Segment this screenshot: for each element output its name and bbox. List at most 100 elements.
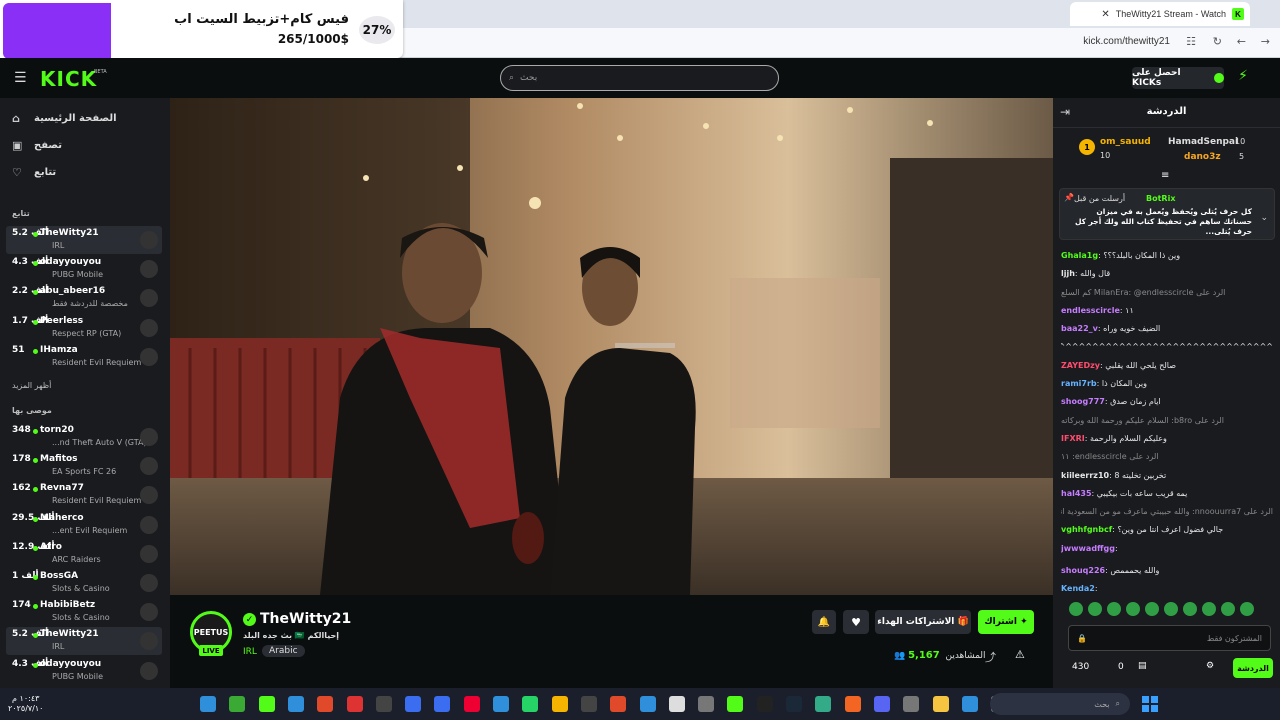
chat-username[interactable]: ZAYEDzy [1061, 361, 1100, 370]
chat-message[interactable]: ١١ :endlesscircle [1061, 305, 1273, 323]
chat-message[interactable]: الرد على endlesscircle: ١١ [1061, 451, 1273, 469]
url-text[interactable]: kick.com/thewitty21 [1083, 36, 1170, 47]
taskbar-app-icon[interactable] [698, 696, 715, 712]
chat-message[interactable]: وعليكم السلام والرحمة :IFXRI [1061, 433, 1273, 451]
stream-language-tag[interactable]: Arabic [262, 645, 305, 657]
pinned-user[interactable]: BotRix [1146, 194, 1175, 203]
close-tab-icon[interactable]: ✕ [1101, 9, 1109, 20]
notification-bell-button[interactable]: 🔔 [812, 610, 836, 634]
pinned-message[interactable]: BotRix أرسلت من قبل 📌 كل حرف يُتلى ويُحف… [1059, 188, 1275, 240]
taskbar-app-icon[interactable] [580, 696, 597, 712]
taskbar-app-icon[interactable] [668, 696, 685, 712]
emote-icon[interactable] [1126, 602, 1140, 616]
reload-icon[interactable]: ↻ [1213, 35, 1222, 48]
sidebar-channel[interactable]: 1.7 ألف Peerless Respect RP (GTA) [6, 314, 162, 342]
chat-message[interactable]: ايام زمان صدق :shoog777 [1061, 396, 1273, 414]
taskbar-app-icon[interactable] [317, 696, 334, 712]
taskbar-app-icon[interactable] [961, 696, 978, 712]
channel-points-icon[interactable]: ▤ [1138, 661, 1147, 671]
gifter-name[interactable]: om_sauud [1100, 137, 1151, 147]
taskbar-app-icon[interactable] [610, 696, 627, 712]
taskbar-app-icon[interactable] [346, 696, 363, 712]
search-input[interactable]: ⌕ بحث [500, 65, 779, 91]
chat-username[interactable]: vghhfgnbcf [1061, 525, 1112, 534]
taskbar-app-icon[interactable] [756, 696, 773, 712]
sidebar-channel[interactable]: 51 IHamza Resident Evil Requiem [6, 343, 162, 371]
taskbar-app-icon[interactable] [375, 696, 392, 712]
emote-icon[interactable] [1240, 602, 1254, 616]
emote-icon[interactable] [1183, 602, 1197, 616]
emote-icon[interactable] [1145, 602, 1159, 616]
nav-home[interactable]: ⌂ الصفحة الرئيسية [12, 112, 117, 125]
emote-icon[interactable] [1164, 602, 1178, 616]
chat-message[interactable]: جالي فضول اعرف انتا من وين؟ :vghhfgnbcf [1061, 524, 1273, 542]
chat-username[interactable]: jwwwadffgg [1061, 544, 1115, 553]
chat-message[interactable]: تخربين تخليته 8 :kiileerrz10 [1061, 470, 1273, 488]
taskbar-app-icon[interactable] [493, 696, 509, 712]
sidebar-channel[interactable]: 4.3 ألف odayyouyou PUBG Mobile [6, 255, 162, 283]
taskbar-app-icon[interactable] [405, 696, 422, 712]
taskbar-app-icon[interactable] [786, 696, 802, 712]
taskbar-app-icon[interactable] [844, 696, 861, 712]
taskbar-app-icon[interactable] [258, 696, 275, 712]
taskbar-app-icon[interactable] [463, 696, 480, 712]
taskbar-app-icon[interactable] [522, 696, 539, 712]
chat-message[interactable]: الضيف خويه وراه :baa22_v [1061, 323, 1273, 341]
chat-username[interactable]: IFXRI [1061, 434, 1085, 443]
streamer-name[interactable]: TheWitty21 [260, 611, 351, 627]
chat-username[interactable]: Ghala1g [1061, 251, 1098, 260]
system-clock[interactable]: ١٠:٤٣ م ٢٠٢٥/٧/١٠ [8, 694, 43, 714]
chat-username[interactable]: shoog777 [1061, 397, 1105, 406]
chat-message[interactable]: ^^^^^^^^^^^^^^^^^^^^^^^^^^^^^^^^^^^ [1061, 341, 1273, 359]
back-icon[interactable]: ← [1237, 35, 1246, 48]
chat-input[interactable]: 🔒 المشتركون فقط [1068, 625, 1271, 651]
sidebar-channel[interactable]: 29.5 ألف Maherco ...ent Evil Requiem [6, 511, 162, 539]
chat-username[interactable]: rami7rb [1061, 379, 1097, 388]
sidebar-channel[interactable]: 5.2 ألف TheWitty21 IRL [6, 627, 162, 656]
collapse-chat-icon[interactable]: ⇥ [1060, 105, 1070, 119]
chat-message[interactable]: والله يحمممص :shouq226 [1061, 565, 1273, 583]
chat-message[interactable]: قال والله :ljjh [1061, 268, 1273, 286]
chat-username[interactable]: ljjh [1061, 269, 1075, 278]
sidebar-channel[interactable]: 162 Revna77 Resident Evil Requiem [6, 481, 162, 509]
chat-message[interactable]: :Kenda2 [1061, 583, 1273, 601]
kick-logo[interactable]: KICK [40, 67, 97, 91]
reader-icon[interactable]: ☷ [1186, 35, 1196, 48]
emote-icon[interactable] [1107, 602, 1121, 616]
menu-icon[interactable]: ☰ [14, 70, 27, 86]
sidebar-channel[interactable]: 174 HabibiBetz Slots & Casino [6, 598, 162, 626]
emote-icon[interactable] [1088, 602, 1102, 616]
chat-message[interactable]: الرد على MilanEra: @endlesscircle كم الس… [1061, 287, 1273, 305]
sidebar-channel[interactable]: 4.3 ألف odayyouyou PUBG Mobile [6, 657, 162, 685]
nav-following[interactable]: ♡ تتابع [12, 166, 56, 179]
emote-icon[interactable] [1202, 602, 1216, 616]
sidebar-channel[interactable]: 1 ألف BossGA Slots & Casino [6, 569, 162, 597]
taskbar-app-icon[interactable] [873, 696, 890, 712]
gift-subs-button[interactable]: الاشتراكات الهداء 🎁 [875, 610, 971, 634]
taskbar-app-icon[interactable] [200, 696, 216, 712]
get-kicks-button[interactable]: احصل على KICKs [1132, 67, 1224, 89]
settings-gear-icon[interactable]: ⚙ [1206, 661, 1214, 671]
follow-button[interactable]: ♥ [843, 610, 869, 634]
video-player[interactable] [170, 98, 1053, 595]
windows-start-icon[interactable] [1142, 696, 1158, 712]
forward-icon[interactable]: → [1261, 35, 1270, 48]
taskbar-app-icon[interactable] [287, 696, 304, 712]
chat-username[interactable]: hal435 [1061, 489, 1092, 498]
taskbar-app-icon[interactable] [551, 696, 568, 712]
taskbar-app-icon[interactable] [434, 696, 451, 712]
taskbar-app-icon[interactable] [815, 696, 832, 712]
chat-message[interactable]: وين ذا المكان بالبلد؟؟؟ :Ghala1g [1061, 250, 1273, 268]
nav-browse[interactable]: ▣ تصفح [12, 139, 62, 152]
gifter-name[interactable]: dano3z [1184, 152, 1221, 162]
chat-message[interactable]: :jwwwadffgg [1061, 543, 1273, 565]
taskbar-app-icon[interactable] [229, 696, 246, 712]
taskbar-app-icon[interactable] [639, 696, 656, 712]
chat-message[interactable]: يمه قريب ساعه بات بيكيبي :hal435 [1061, 488, 1273, 506]
chat-message[interactable]: الرد على nnoouurra7: والله حبيبتي ماعرف … [1061, 506, 1273, 524]
taskbar-app-icon[interactable] [727, 696, 744, 712]
chat-username[interactable]: kiileerrz10 [1061, 471, 1109, 480]
chat-message[interactable]: صالح يلحي الله يقلبي :ZAYEDzy [1061, 360, 1273, 378]
show-more-link[interactable]: أظهر المزيد [12, 381, 51, 390]
subscribe-button[interactable]: اشتراك ✦ [978, 610, 1034, 634]
